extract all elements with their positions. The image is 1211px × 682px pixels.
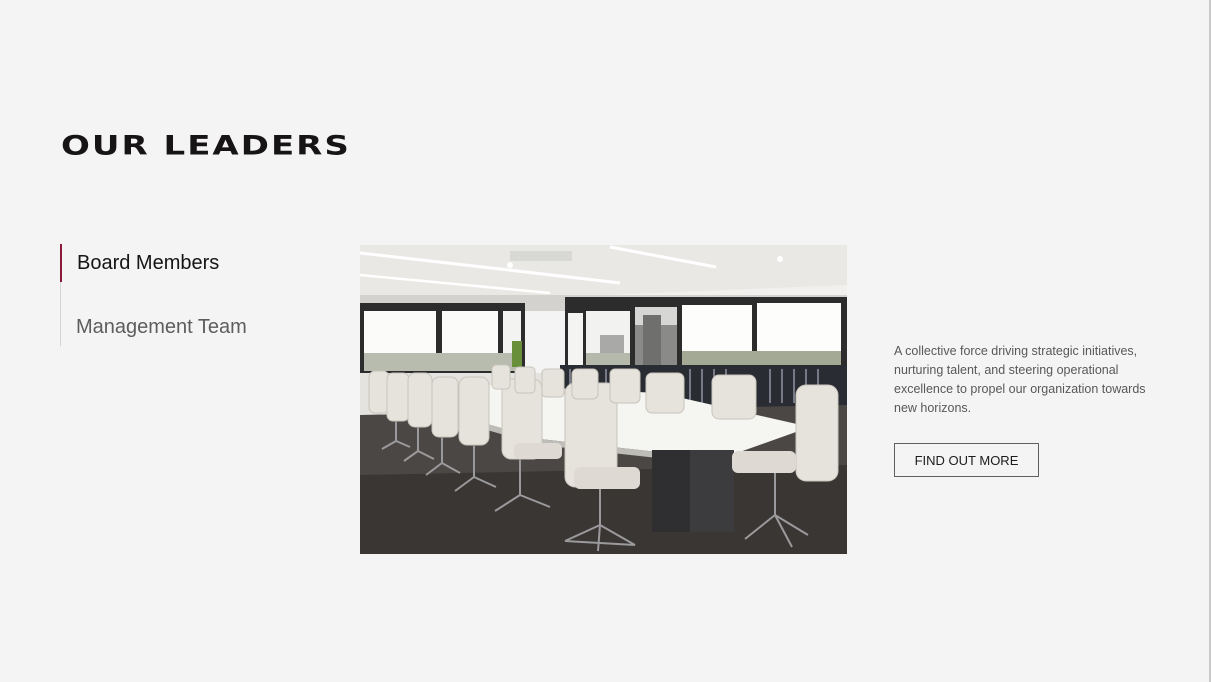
leaders-tab-list: Board Members Management Team — [60, 244, 321, 346]
leaders-section: OUR LEADERS Board Members Management Tea… — [0, 0, 1211, 682]
section-title: OUR LEADERS — [61, 130, 351, 162]
find-out-more-button[interactable]: FIND OUT MORE — [894, 443, 1039, 477]
tab-board-members[interactable]: Board Members — [60, 244, 219, 282]
section-description: A collective force driving strategic ini… — [894, 344, 1146, 415]
boardroom-image — [360, 245, 847, 554]
tab-management-team[interactable]: Management Team — [61, 308, 247, 346]
